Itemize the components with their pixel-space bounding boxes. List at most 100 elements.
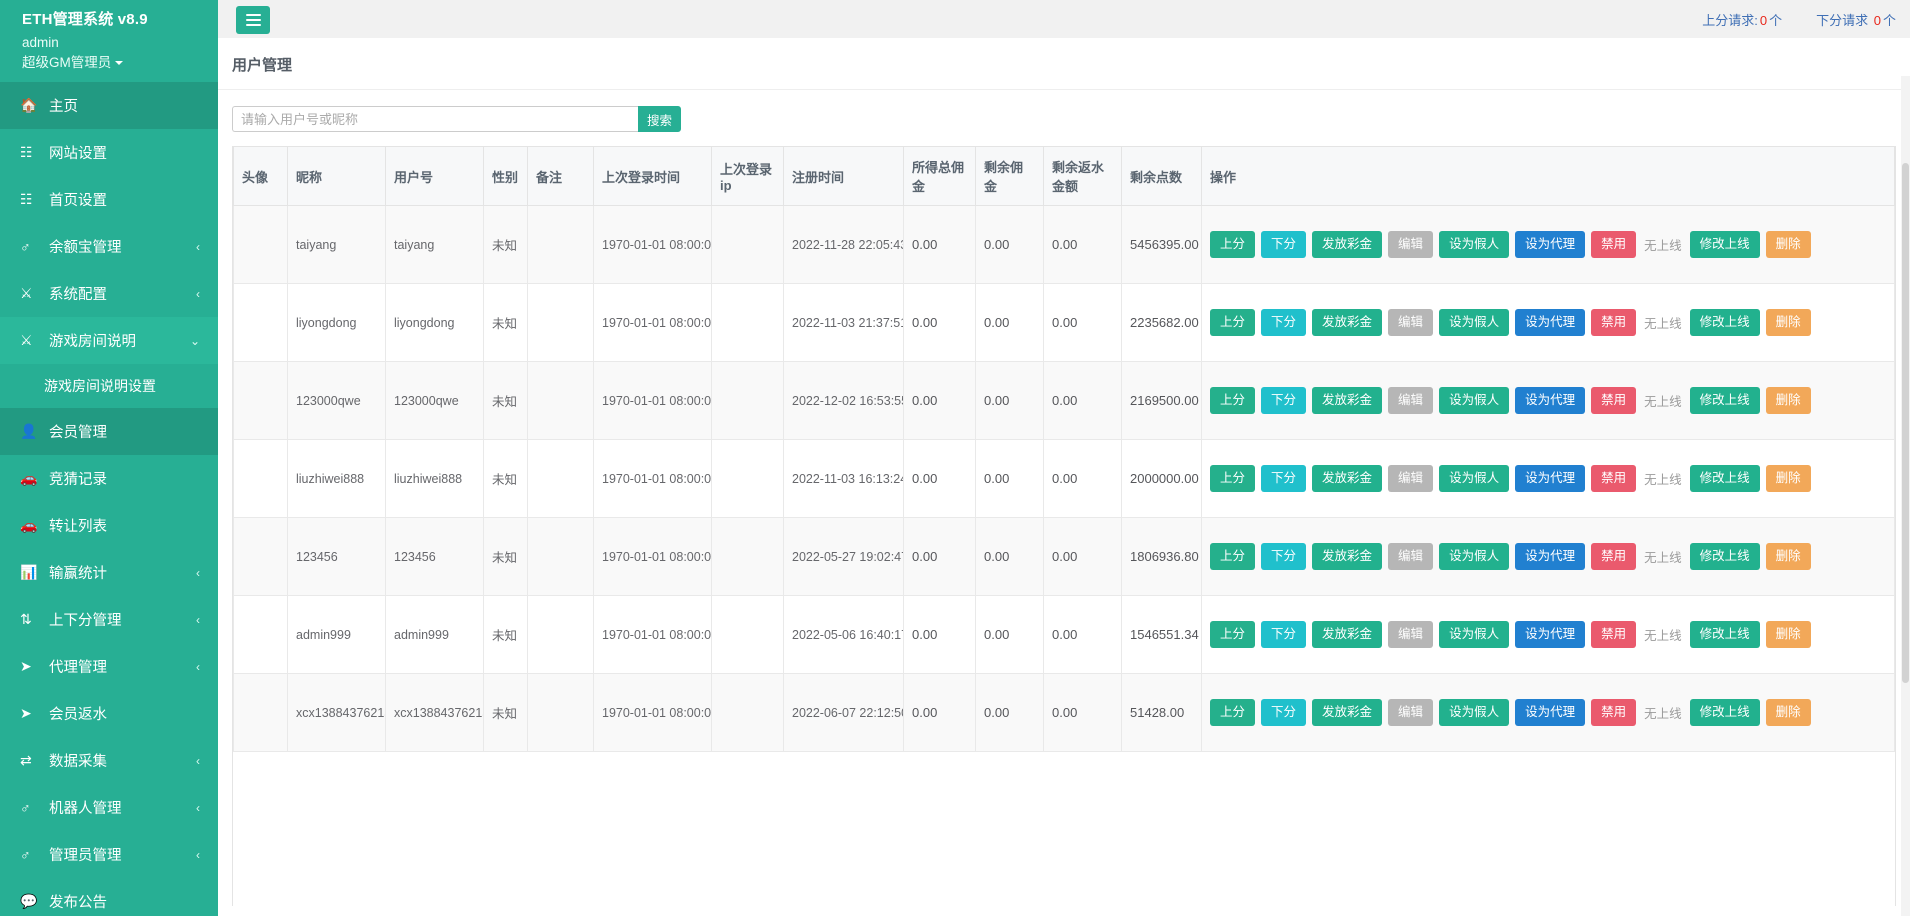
action-delete-button[interactable]: 删除: [1765, 387, 1811, 414]
sidebar-item-admin-manage[interactable]: ♂ 管理员管理 ‹: [0, 831, 218, 878]
action-delete-button[interactable]: 删除: [1765, 621, 1811, 648]
action-delete-button[interactable]: 删除: [1765, 699, 1811, 726]
action-bonus-button[interactable]: 发放彩金: [1312, 621, 1383, 648]
action-change-upline-button[interactable]: 修改上线: [1689, 621, 1760, 648]
search-button[interactable]: 搜索: [638, 106, 682, 132]
action-delete-button[interactable]: 删除: [1765, 309, 1811, 336]
action-bonus-button[interactable]: 发放彩金: [1312, 387, 1383, 414]
action-edit-button[interactable]: 编辑: [1388, 699, 1434, 726]
action-change-upline-button[interactable]: 修改上线: [1689, 309, 1760, 336]
action-ban-button[interactable]: 禁用: [1591, 543, 1637, 570]
action-down-button[interactable]: 下分: [1261, 621, 1307, 648]
user-icon: 👤: [20, 423, 38, 440]
total-commission-cell: 0.00: [903, 439, 976, 518]
content-scrollbar-thumb[interactable]: [1902, 163, 1909, 683]
operations-cell: 上分 下分 发放彩金 编辑 设为假人 设为代理 禁用 无上线 修改上线 删除: [1201, 283, 1895, 362]
action-ban-button[interactable]: 禁用: [1591, 387, 1637, 414]
action-set-fake-button[interactable]: 设为假人: [1439, 543, 1510, 570]
action-edit-button[interactable]: 编辑: [1388, 231, 1434, 258]
action-change-upline-button[interactable]: 修改上线: [1689, 231, 1760, 258]
sidebar-item-member-rebate[interactable]: ➤ 会员返水: [0, 690, 218, 737]
action-set-agent-button[interactable]: 设为代理: [1515, 387, 1586, 414]
action-edit-button[interactable]: 编辑: [1388, 387, 1434, 414]
action-ban-button[interactable]: 禁用: [1591, 465, 1637, 492]
action-down-button[interactable]: 下分: [1261, 465, 1307, 492]
stat-down-label: 下分请求: [1816, 12, 1869, 28]
sidebar-item-member-manage[interactable]: 👤 会员管理: [0, 408, 218, 456]
action-change-upline-button[interactable]: 修改上线: [1689, 543, 1760, 570]
action-set-fake-button[interactable]: 设为假人: [1439, 465, 1510, 492]
sidebar-subitem-game-room-desc-settings[interactable]: 游戏房间说明设置: [0, 364, 218, 409]
action-ban-button[interactable]: 禁用: [1591, 699, 1637, 726]
sidebar-item-site-settings[interactable]: ☷ 网站设置: [0, 129, 218, 176]
action-set-agent-button[interactable]: 设为代理: [1515, 231, 1586, 258]
last-login-cell: 1970-01-01 08:00:00: [593, 439, 712, 518]
action-ban-button[interactable]: 禁用: [1591, 309, 1637, 336]
sidebar-item-agent-manage[interactable]: ➤ 代理管理 ‹: [0, 643, 218, 690]
sidebar-item-winloss-stats[interactable]: 📊 输赢统计 ‹: [0, 549, 218, 596]
action-up-button[interactable]: 上分: [1210, 465, 1256, 492]
action-up-button[interactable]: 上分: [1210, 309, 1256, 336]
action-edit-button[interactable]: 编辑: [1388, 543, 1434, 570]
action-bonus-button[interactable]: 发放彩金: [1312, 699, 1383, 726]
action-delete-button[interactable]: 删除: [1765, 231, 1811, 258]
action-set-fake-button[interactable]: 设为假人: [1439, 699, 1510, 726]
sidebar-item-robot-manage[interactable]: ♂ 机器人管理 ‹: [0, 784, 218, 831]
sidebar-item-data-collect[interactable]: ⇄ 数据采集 ‹: [0, 737, 218, 784]
action-set-agent-button[interactable]: 设为代理: [1515, 543, 1586, 570]
sidebar-item-transfer-list[interactable]: 🚗 转让列表: [0, 502, 218, 549]
sidebar-userrole: 超级GM管理员: [22, 54, 112, 70]
sidebar-item-publish-notice[interactable]: 💬 发布公告: [0, 878, 218, 916]
action-up-button[interactable]: 上分: [1210, 621, 1256, 648]
table-row: xcx13884376215 xcx13884376215 未知 1970-01-01…: [233, 673, 1895, 752]
action-down-button[interactable]: 下分: [1261, 543, 1307, 570]
sidebar-item-yuebao[interactable]: ♂ 余额宝管理 ‹: [0, 223, 218, 270]
sidebar-user-block[interactable]: admin 超级GM管理员: [0, 29, 218, 80]
rest-rebate-cell: 0.00: [1043, 517, 1122, 596]
sidebar-item-system-config[interactable]: ⚔ 系统配置 ‹: [0, 270, 218, 317]
action-ban-button[interactable]: 禁用: [1591, 621, 1637, 648]
action-change-upline-button[interactable]: 修改上线: [1689, 699, 1760, 726]
gender-cell: 未知: [483, 439, 528, 518]
chevron-left-icon: ‹: [196, 565, 200, 580]
action-set-agent-button[interactable]: 设为代理: [1515, 699, 1586, 726]
action-edit-button[interactable]: 编辑: [1388, 465, 1434, 492]
action-set-agent-button[interactable]: 设为代理: [1515, 465, 1586, 492]
sidebar-item-game-room-desc[interactable]: ⚔ 游戏房间说明 ⌄: [0, 317, 218, 364]
stat-up-unit: 个: [1769, 12, 1783, 28]
action-set-fake-button[interactable]: 设为假人: [1439, 621, 1510, 648]
action-delete-button[interactable]: 删除: [1765, 543, 1811, 570]
sidebar-item-bet-records[interactable]: 🚗 竞猜记录: [0, 455, 218, 502]
action-up-button[interactable]: 上分: [1210, 543, 1256, 570]
action-set-fake-button[interactable]: 设为假人: [1439, 231, 1510, 258]
action-bonus-button[interactable]: 发放彩金: [1312, 309, 1383, 336]
sidebar-item-home[interactable]: 🏠 主页: [0, 82, 218, 130]
action-set-agent-button[interactable]: 设为代理: [1515, 621, 1586, 648]
action-change-upline-button[interactable]: 修改上线: [1689, 465, 1760, 492]
action-set-fake-button[interactable]: 设为假人: [1439, 309, 1510, 336]
menu-icon[interactable]: [236, 6, 270, 34]
sidebar-userrole-wrap[interactable]: 超级GM管理员: [22, 53, 218, 73]
action-up-button[interactable]: 上分: [1210, 387, 1256, 414]
action-set-fake-button[interactable]: 设为假人: [1439, 387, 1510, 414]
action-delete-button[interactable]: 删除: [1765, 465, 1811, 492]
action-down-button[interactable]: 下分: [1261, 231, 1307, 258]
action-change-upline-button[interactable]: 修改上线: [1689, 387, 1760, 414]
action-ban-button[interactable]: 禁用: [1591, 231, 1637, 258]
action-down-button[interactable]: 下分: [1261, 387, 1307, 414]
action-up-button[interactable]: 上分: [1210, 699, 1256, 726]
action-bonus-button[interactable]: 发放彩金: [1312, 231, 1383, 258]
search-input[interactable]: [232, 106, 638, 132]
rest-points-cell: 2235682.00: [1121, 283, 1202, 362]
action-up-button[interactable]: 上分: [1210, 231, 1256, 258]
action-edit-button[interactable]: 编辑: [1388, 621, 1434, 648]
action-bonus-button[interactable]: 发放彩金: [1312, 543, 1383, 570]
action-edit-button[interactable]: 编辑: [1388, 309, 1434, 336]
sidebar-item-homepage-settings[interactable]: ☷ 首页设置: [0, 176, 218, 223]
sidebar-item-updown-manage[interactable]: ⇅ 上下分管理 ‹: [0, 596, 218, 643]
action-down-button[interactable]: 下分: [1261, 309, 1307, 336]
action-bonus-button[interactable]: 发放彩金: [1312, 465, 1383, 492]
person-icon: ♂: [20, 238, 31, 255]
action-down-button[interactable]: 下分: [1261, 699, 1307, 726]
action-set-agent-button[interactable]: 设为代理: [1515, 309, 1586, 336]
